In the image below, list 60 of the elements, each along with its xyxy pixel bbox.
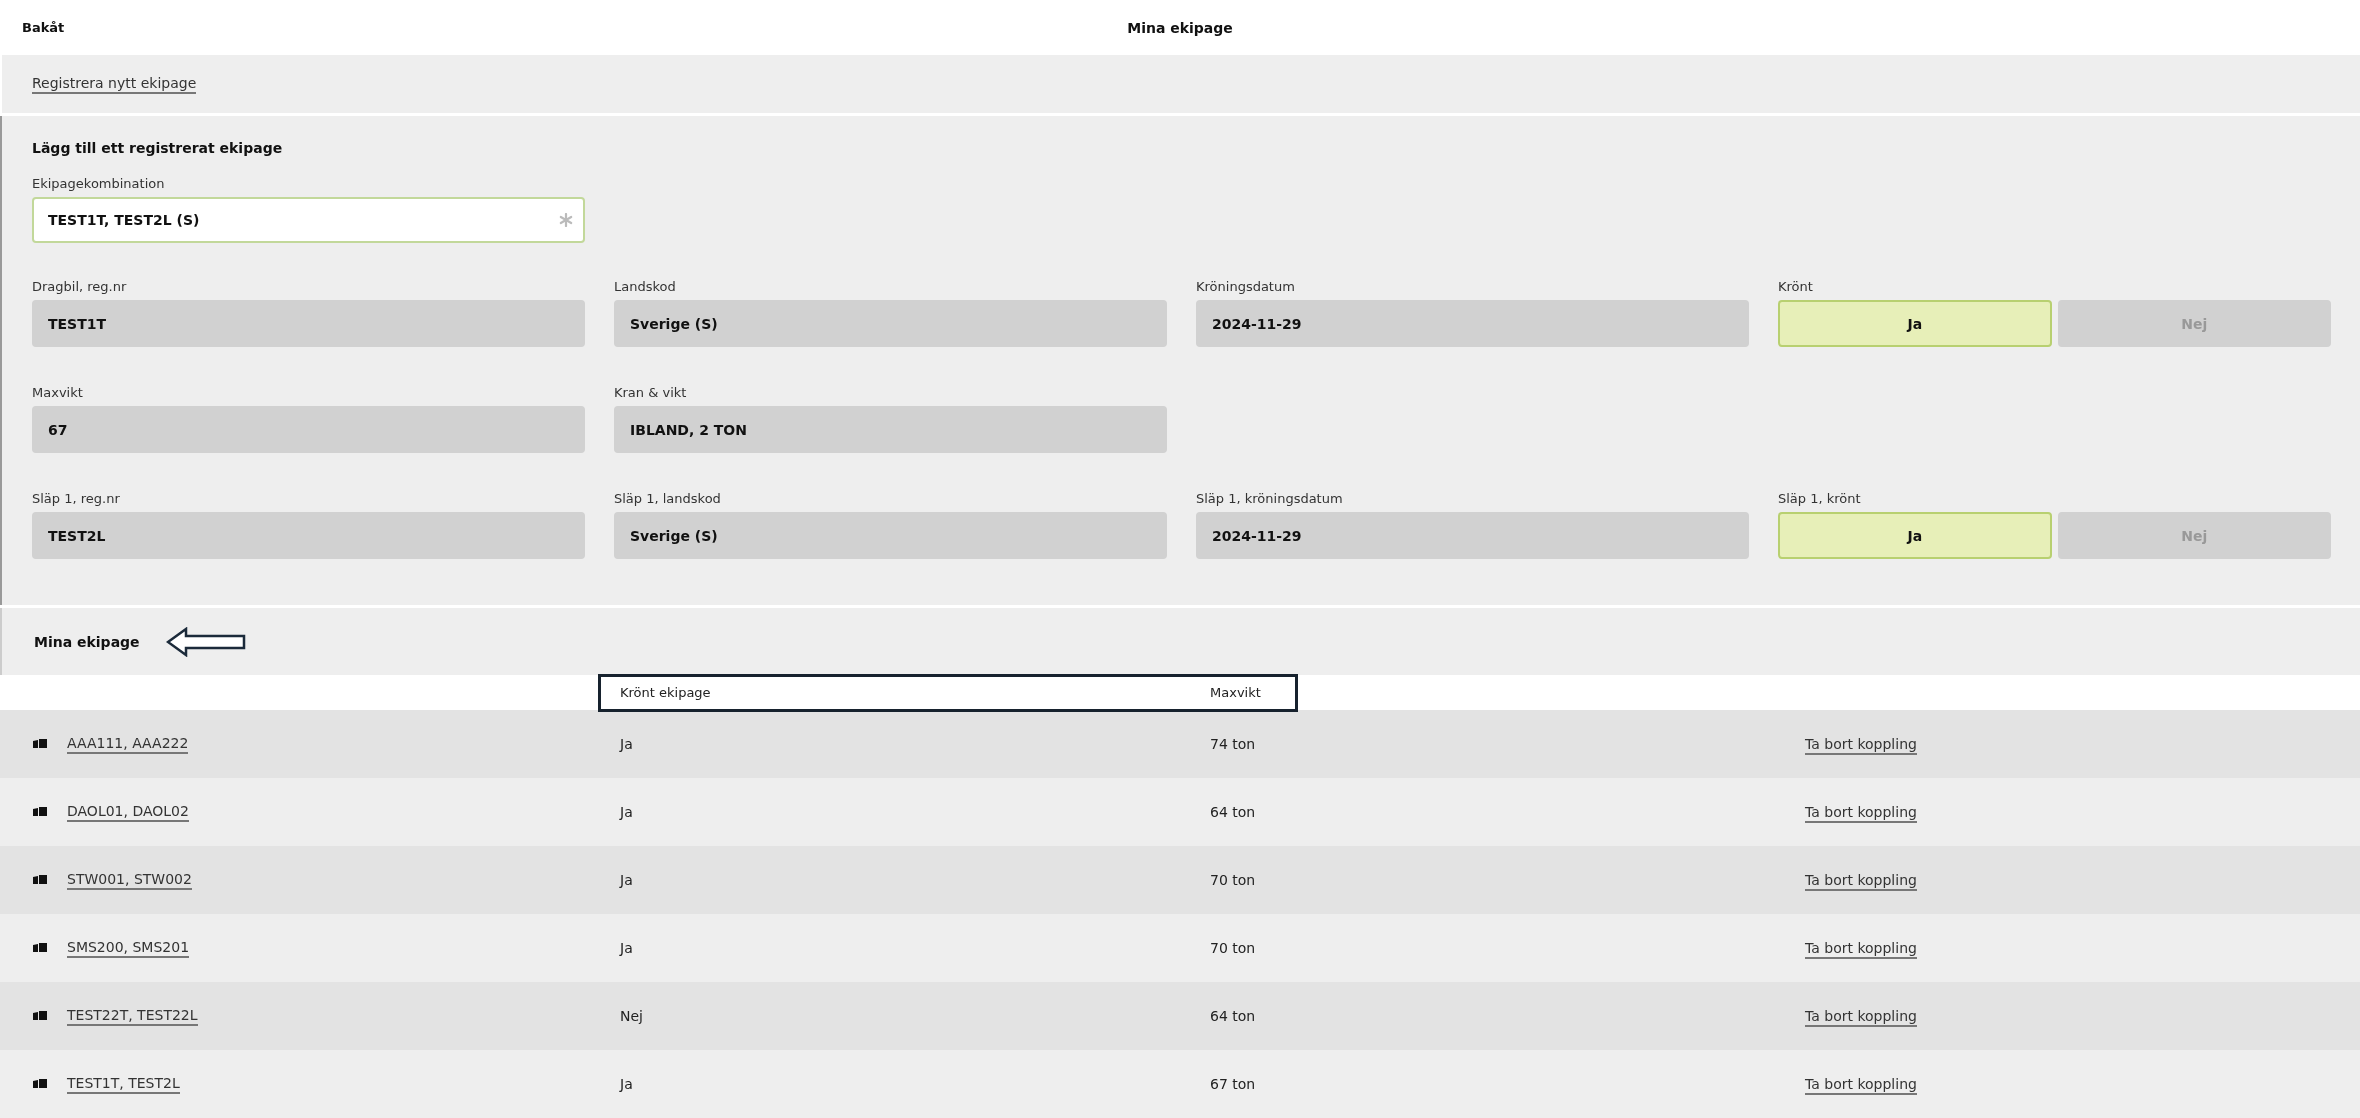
input-field[interactable]: TEST2L xyxy=(32,512,585,559)
combination-link[interactable]: TEST22T, TEST22L xyxy=(67,1006,198,1026)
arrow-icon xyxy=(165,626,246,657)
table-cell-text: Ja xyxy=(620,804,634,820)
field-label: Dragbil, reg.nr xyxy=(32,279,128,294)
form-heading: Lägg till ett registrerat ekipage xyxy=(32,140,284,156)
table-cell-text: 70 ton xyxy=(1210,872,1257,888)
field-label: Krönt xyxy=(1778,279,1814,294)
table-cell-text: Ja xyxy=(620,736,634,752)
input-field[interactable]: 67 xyxy=(32,406,585,453)
field-label: Släp 1, reg.nr xyxy=(32,491,121,506)
table-cell-text: 64 ton xyxy=(1210,804,1257,820)
field-label: Kröningsdatum xyxy=(1196,279,1296,294)
input-field[interactable]: 2024-11-29 xyxy=(1196,300,1749,347)
truck-icon xyxy=(33,875,47,885)
column-header: Maxvikt xyxy=(1210,685,1261,700)
input-field[interactable]: 2024-11-29 xyxy=(1196,512,1749,559)
input-field[interactable]: Sverige (S) xyxy=(614,512,1167,559)
toggle-option[interactable]: Ja xyxy=(1778,512,2052,559)
remove-link[interactable]: Ta bort koppling xyxy=(1805,1008,1917,1027)
combination-link[interactable]: STW001, STW002 xyxy=(67,870,192,890)
remove-link[interactable]: Ta bort koppling xyxy=(1805,736,1917,755)
table-cell-text: 64 ton xyxy=(1210,1008,1257,1024)
truck-icon xyxy=(33,1079,47,1089)
field-label: Maxvikt xyxy=(32,385,84,400)
truck-icon xyxy=(33,739,47,749)
section-heading: Mina ekipage xyxy=(34,633,140,650)
field-label: Släp 1, landskod xyxy=(614,491,722,506)
table-cell-text: Ja xyxy=(620,940,634,956)
truck-icon xyxy=(33,807,47,817)
combination-link[interactable]: DAOL01, DAOL02 xyxy=(67,802,189,822)
remove-link[interactable]: Ta bort koppling xyxy=(1805,1076,1917,1095)
combination-link[interactable]: SMS200, SMS201 xyxy=(67,938,190,958)
register-link[interactable]: Registrera nytt ekipage xyxy=(32,74,197,94)
table-cell-text: 67 ton xyxy=(1210,1076,1257,1092)
remove-link[interactable]: Ta bort koppling xyxy=(1805,872,1917,891)
input-field[interactable]: Sverige (S) xyxy=(614,300,1167,347)
field-label: Kran & vikt xyxy=(614,385,688,400)
combination-field[interactable]: TEST1T, TEST2L (S) xyxy=(32,197,585,243)
table-cell-text: Ja xyxy=(620,872,634,888)
field-label: Släp 1, krönt xyxy=(1778,491,1862,506)
input-field[interactable]: IBLAND, 2 TON xyxy=(614,406,1167,453)
column-header: Krönt ekipage xyxy=(619,685,712,700)
table-cell-text: Ja xyxy=(620,1076,634,1092)
back-link[interactable]: Bakåt xyxy=(22,20,65,35)
combination-link[interactable]: AAA111, AAA222 xyxy=(67,734,189,754)
remove-link[interactable]: Ta bort koppling xyxy=(1805,940,1917,959)
remove-link[interactable]: Ta bort koppling xyxy=(1805,804,1917,823)
page-title: Mina ekipage xyxy=(1127,19,1233,36)
table-cell-text: 74 ton xyxy=(1210,736,1257,752)
field-label: Ekipagekombination xyxy=(32,176,166,191)
field-label: Släp 1, kröningsdatum xyxy=(1196,491,1344,506)
table-cell-text: 70 ton xyxy=(1210,940,1257,956)
truck-icon xyxy=(33,943,47,953)
field-label: Landskod xyxy=(614,279,677,294)
input-field[interactable]: TEST1T xyxy=(32,300,585,347)
toggle-option[interactable]: Ja xyxy=(1778,300,2052,347)
combination-link[interactable]: TEST1T, TEST2L xyxy=(67,1074,180,1094)
table-cell-text: Nej xyxy=(620,1008,644,1024)
truck-icon xyxy=(33,1011,47,1021)
